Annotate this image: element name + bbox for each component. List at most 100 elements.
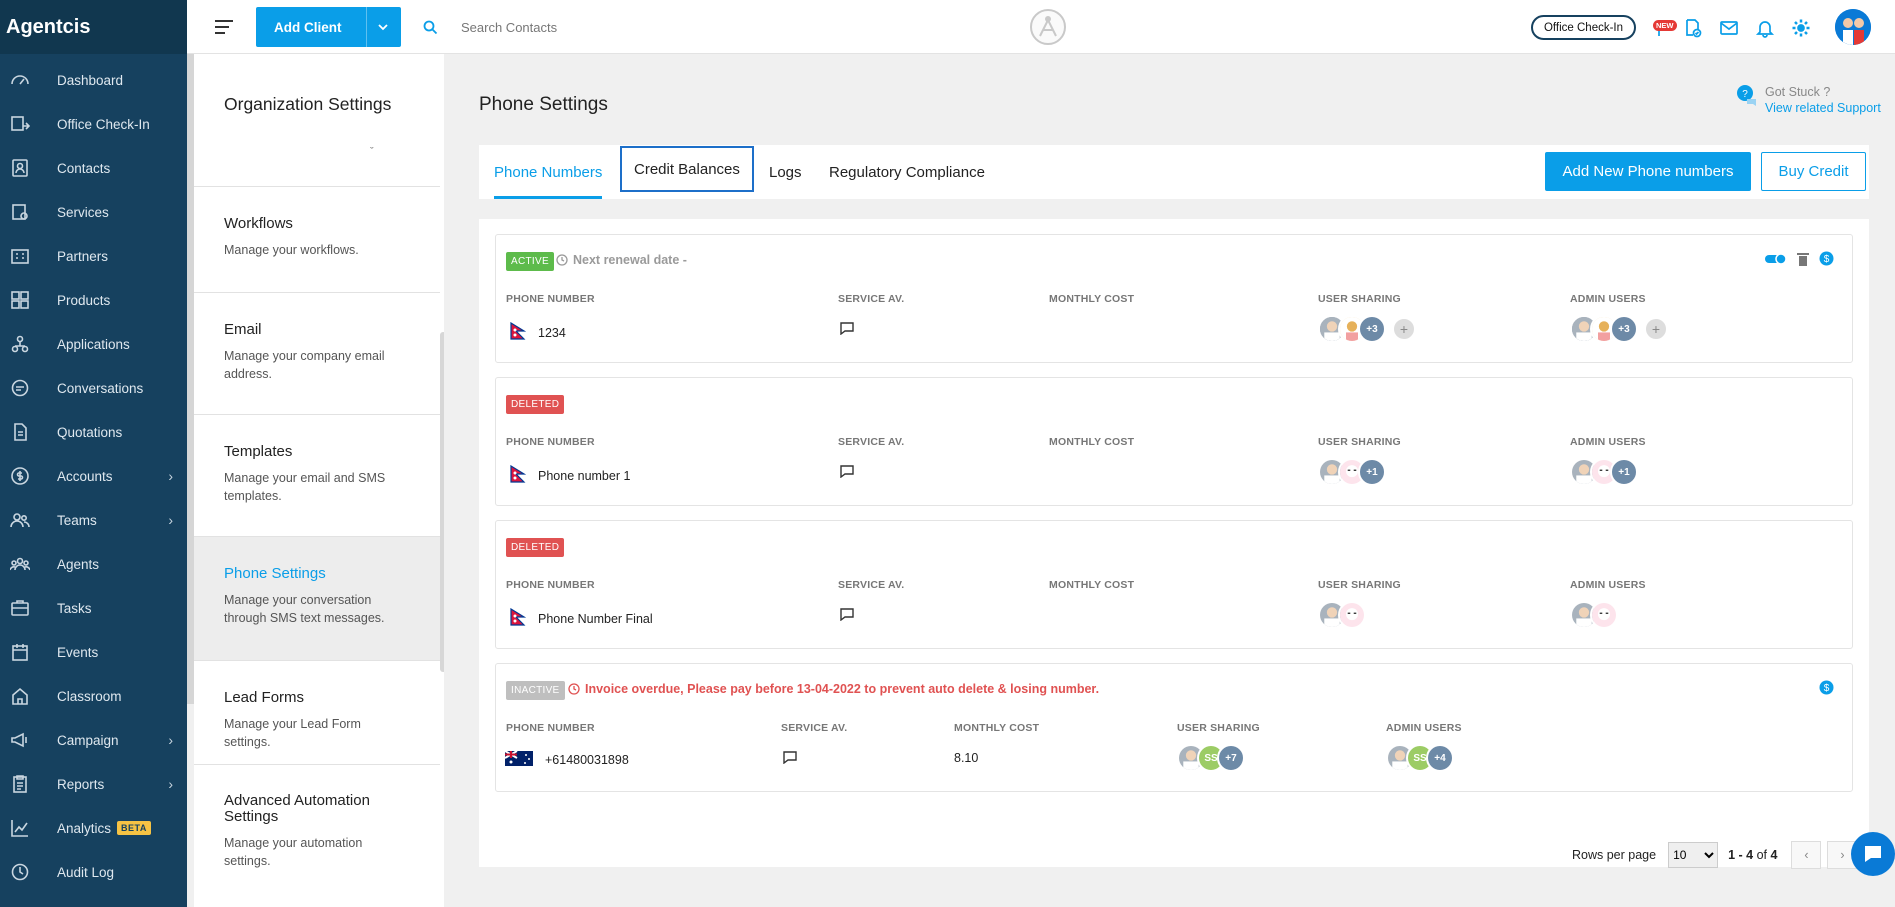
sidebar-item-label: Office Check-In [57,116,150,132]
services-icon [10,202,30,222]
admin-users-avatars[interactable] [1570,601,1618,629]
column-header-admin: ADMIN USERS [1570,293,1646,305]
sidebar-item-reports[interactable]: Reports › [0,762,187,806]
settings-item-advanced-automation[interactable]: Advanced Automation Settings Manage your… [194,764,440,904]
trash-icon[interactable] [1797,252,1809,271]
sidebar-item-contacts[interactable]: Contacts [0,146,187,190]
settings-item-title: Phone Settings [224,565,326,582]
settings-item-email[interactable]: Email Manage your company email address. [194,292,440,414]
company-logo-icon [1029,8,1067,46]
agents-icon [10,554,30,574]
add-user-icon[interactable]: + [1392,317,1416,341]
search-icon[interactable] [423,20,438,40]
sidebar-item-services[interactable]: Services [0,190,187,234]
settings-item-title: Email [224,321,262,338]
buy-credit-button[interactable]: Buy Credit [1761,152,1866,191]
sidebar-item-label: Reports [57,776,105,792]
sidebar-item-analytics[interactable]: Analytics BETA [0,806,187,850]
tab-credit-balances[interactable]: Credit Balances [620,146,754,192]
settings-item-phone-settings[interactable]: Phone Settings Manage your conversation … [194,536,440,660]
add-new-phone-numbers-button[interactable]: Add New Phone numbers [1545,152,1751,191]
bell-icon[interactable] [1755,18,1775,38]
sms-icon [840,465,854,478]
column-header-phone: PHONE NUMBER [506,722,595,734]
user-sharing-avatars[interactable]: +1 [1318,458,1386,486]
classroom-icon [10,686,30,706]
admin-users-avatars[interactable]: SS +4 [1386,744,1454,772]
sidebar-item-applications[interactable]: Applications [0,322,187,366]
campaign-icon [10,730,30,750]
user-sharing-avatars[interactable]: SS +7 [1177,744,1245,772]
sidebar-item-partners[interactable]: Partners [0,234,187,278]
mail-icon[interactable] [1719,18,1739,38]
sidebar-item-office-checkin[interactable]: Office Check-In [0,102,187,146]
chevron-down-icon[interactable] [377,21,389,36]
user-sharing-avatars[interactable]: +3 + [1318,315,1416,343]
tab-phone-numbers[interactable]: Phone Numbers [494,145,603,199]
nepal-flag-icon [510,321,527,343]
column-header-service: SERVICE AV. [781,722,848,734]
office-checkin-icon [10,114,30,134]
settings-item-title: Templates [224,443,293,460]
dollar-icon[interactable]: $ [1819,251,1834,271]
sidebar-item-label: Teams [57,512,97,528]
chat-widget-button[interactable] [1851,832,1895,876]
brand-logo[interactable]: Agentcis [0,0,187,54]
tab-logs[interactable]: Logs [769,145,802,199]
sidebar-item-classroom[interactable]: Classroom [0,674,187,718]
status-badge: INACTIVE [506,681,565,700]
sidebar-item-audit-log[interactable]: Audit Log [0,850,187,894]
sidebar-item-dashboard[interactable]: Dashboard [0,58,187,102]
admin-users-avatars[interactable]: +1 [1570,458,1638,486]
sidebar-nav: Dashboard Office Check-In Contacts Servi… [0,54,187,894]
column-header-cost: MONTHLY COST [1049,293,1135,305]
chevron-down-icon[interactable]: ˇ [370,146,374,158]
phone-number-value: +61480031898 [504,750,629,769]
sidebar-item-tasks[interactable]: Tasks [0,586,187,630]
admin-users-avatars[interactable]: +3 + [1570,315,1668,343]
column-header-sharing: USER SHARING [1318,436,1401,448]
user-sharing-avatars[interactable] [1318,601,1366,629]
sidebar-item-products[interactable]: Products [0,278,187,322]
chevron-right-icon: › [168,776,173,792]
settings-item-workflows[interactable]: Workflows Manage your workflows. [194,186,440,292]
more-users-count: +4 [1426,744,1454,772]
settings-item-title: Lead Forms [224,689,305,706]
settings-item-lead-forms[interactable]: Lead Forms Manage your Lead Form setting… [194,660,440,764]
sidebar-item-campaign[interactable]: Campaign › [0,718,187,762]
dollar-icon[interactable]: $ [1819,680,1834,700]
chevron-right-icon: › [168,468,173,484]
sidebar-item-quotations[interactable]: Quotations [0,410,187,454]
settings-scrollbar[interactable] [440,332,444,672]
sidebar-item-label: Quotations [57,424,123,440]
sidebar-item-accounts[interactable]: Accounts › [0,454,187,498]
status-badge: DELETED [506,538,565,557]
sidebar-item-conversations[interactable]: Conversations [0,366,187,410]
settings-item-templates[interactable]: Templates Manage your email and SMS temp… [194,414,440,536]
add-user-icon[interactable]: + [1644,317,1668,341]
prev-page-button[interactable]: ‹ [1791,841,1822,869]
settings-item-title: Workflows [224,215,293,232]
search-contacts-input[interactable] [461,14,761,40]
sidebar-item-events[interactable]: Events [0,630,187,674]
sidebar-scrollbar[interactable] [187,54,194,704]
avatar [1338,601,1366,629]
menu-toggle-icon[interactable] [215,20,233,34]
toggle-icon[interactable] [1765,252,1787,270]
user-avatar[interactable] [1835,9,1871,45]
sidebar-item-agents[interactable]: Agents [0,542,187,586]
document-check-icon[interactable] [1683,18,1703,38]
sidebar-item-teams[interactable]: Teams › [0,498,187,542]
got-stuck-label: Got Stuck ? [1765,85,1831,99]
view-support-link[interactable]: View related Support [1765,100,1881,116]
main-content: Phone Settings ? Got Stuck ? View relate… [450,54,1895,907]
rows-per-page-select[interactable]: 10 [1668,842,1719,868]
add-client-button[interactable]: Add Client [256,7,401,47]
office-checkin-button[interactable]: Office Check-In [1531,15,1636,40]
sidebar-item-label: Events [57,644,99,660]
gear-icon[interactable] [1791,18,1811,38]
tab-regulatory-compliance[interactable]: Regulatory Compliance [829,145,985,199]
sms-icon [840,608,854,621]
phone-number-value: Phone Number Final [510,607,653,629]
support-help[interactable]: ? Got Stuck ? View related Support [1735,84,1881,116]
